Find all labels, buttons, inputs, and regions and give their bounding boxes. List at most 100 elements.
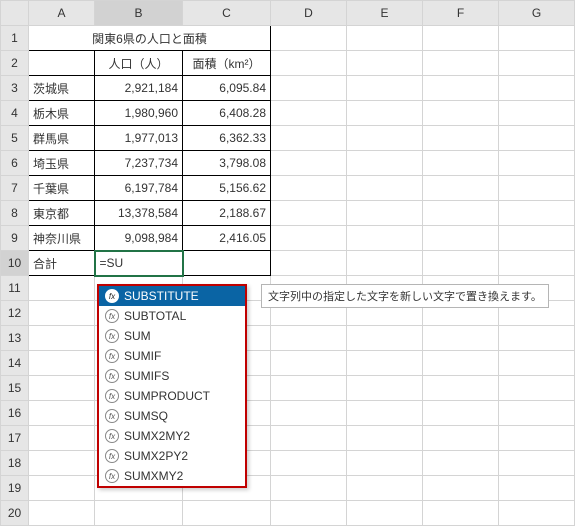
cell[interactable] — [29, 51, 95, 76]
cell[interactable] — [29, 401, 95, 426]
cell[interactable] — [347, 126, 423, 151]
cell[interactable] — [183, 501, 271, 526]
cell[interactable] — [423, 51, 499, 76]
suggest-item[interactable]: fxSUMIF — [99, 346, 245, 366]
cell[interactable] — [29, 351, 95, 376]
cell[interactable] — [347, 26, 423, 51]
cell[interactable] — [423, 226, 499, 251]
cell[interactable] — [423, 451, 499, 476]
cell[interactable] — [29, 326, 95, 351]
cell[interactable] — [423, 201, 499, 226]
pref-name[interactable]: 千葉県 — [29, 176, 95, 201]
suggest-item[interactable]: fxSUMX2MY2 — [99, 426, 245, 446]
cell[interactable] — [271, 151, 347, 176]
suggest-item[interactable]: fxSUMSQ — [99, 406, 245, 426]
cell[interactable] — [29, 301, 95, 326]
total-label[interactable]: 合計 — [29, 251, 95, 276]
cell[interactable] — [271, 426, 347, 451]
suggest-item[interactable]: fxSUMX2PY2 — [99, 446, 245, 466]
pref-area[interactable]: 6,408.28 — [183, 101, 271, 126]
cell[interactable] — [499, 476, 575, 501]
col-header-C[interactable]: C — [183, 1, 271, 26]
row-header[interactable]: 20 — [1, 501, 29, 526]
cell[interactable] — [423, 326, 499, 351]
row-header[interactable]: 11 — [1, 276, 29, 301]
row-header[interactable]: 13 — [1, 326, 29, 351]
row-header[interactable]: 5 — [1, 126, 29, 151]
cell[interactable] — [499, 151, 575, 176]
cell[interactable] — [271, 501, 347, 526]
cell[interactable] — [271, 376, 347, 401]
cell[interactable] — [347, 401, 423, 426]
cell[interactable] — [423, 476, 499, 501]
header-pop[interactable]: 人口（人） — [95, 51, 183, 76]
cell[interactable] — [347, 426, 423, 451]
cell[interactable] — [499, 501, 575, 526]
col-header-B[interactable]: B — [95, 1, 183, 26]
cell[interactable] — [423, 501, 499, 526]
cell[interactable] — [499, 176, 575, 201]
cell[interactable] — [347, 201, 423, 226]
pref-name[interactable]: 埼玉県 — [29, 151, 95, 176]
row-header[interactable]: 9 — [1, 226, 29, 251]
pref-pop[interactable]: 2,921,184 — [95, 76, 183, 101]
cell[interactable] — [347, 76, 423, 101]
cell[interactable] — [499, 451, 575, 476]
spreadsheet-grid[interactable]: A B C D E F G 1 関東6県の人口と面積 2 人口（人） 面積（km… — [0, 0, 575, 526]
pref-area[interactable]: 5,156.62 — [183, 176, 271, 201]
suggest-item[interactable]: fxSUMXMY2 — [99, 466, 245, 486]
cell[interactable] — [423, 401, 499, 426]
cell[interactable] — [183, 251, 271, 276]
pref-pop[interactable]: 1,977,013 — [95, 126, 183, 151]
col-header-A[interactable]: A — [29, 1, 95, 26]
header-area[interactable]: 面積（km²） — [183, 51, 271, 76]
row-header[interactable]: 18 — [1, 451, 29, 476]
row-header[interactable]: 12 — [1, 301, 29, 326]
col-header-E[interactable]: E — [347, 1, 423, 26]
cell[interactable] — [347, 376, 423, 401]
pref-area[interactable]: 6,362.33 — [183, 126, 271, 151]
cell[interactable] — [423, 251, 499, 276]
cell[interactable] — [499, 26, 575, 51]
pref-name[interactable]: 群馬県 — [29, 126, 95, 151]
cell[interactable] — [347, 51, 423, 76]
formula-autocomplete[interactable]: fxSUBSTITUTE fxSUBTOTAL fxSUM fxSUMIF fx… — [97, 284, 247, 488]
pref-pop[interactable]: 13,378,584 — [95, 201, 183, 226]
pref-name[interactable]: 神奈川県 — [29, 226, 95, 251]
suggest-item[interactable]: fxSUMIFS — [99, 366, 245, 386]
cell[interactable] — [271, 101, 347, 126]
cell[interactable] — [271, 251, 347, 276]
cell[interactable] — [271, 51, 347, 76]
editing-cell[interactable]: =SU — [95, 251, 183, 276]
suggest-item[interactable]: fxSUBTOTAL — [99, 306, 245, 326]
cell[interactable] — [347, 101, 423, 126]
cell[interactable] — [271, 26, 347, 51]
cell[interactable] — [423, 26, 499, 51]
pref-pop[interactable]: 7,237,734 — [95, 151, 183, 176]
pref-name[interactable]: 栃木県 — [29, 101, 95, 126]
cell[interactable] — [423, 376, 499, 401]
pref-name[interactable]: 茨城県 — [29, 76, 95, 101]
row-header[interactable]: 6 — [1, 151, 29, 176]
cell[interactable] — [271, 176, 347, 201]
row-header[interactable]: 8 — [1, 201, 29, 226]
pref-pop[interactable]: 1,980,960 — [95, 101, 183, 126]
cell[interactable] — [499, 51, 575, 76]
cell[interactable] — [271, 476, 347, 501]
cell[interactable] — [347, 151, 423, 176]
cell[interactable] — [347, 476, 423, 501]
suggest-item[interactable]: fxSUM — [99, 326, 245, 346]
row-header[interactable]: 1 — [1, 26, 29, 51]
cell[interactable] — [347, 176, 423, 201]
suggest-item[interactable]: fxSUMPRODUCT — [99, 386, 245, 406]
cell[interactable] — [271, 401, 347, 426]
cell[interactable] — [347, 226, 423, 251]
cell[interactable] — [423, 426, 499, 451]
cell[interactable] — [347, 451, 423, 476]
suggest-item[interactable]: fxSUBSTITUTE — [99, 286, 245, 306]
cell[interactable] — [29, 501, 95, 526]
col-header-D[interactable]: D — [271, 1, 347, 26]
cell[interactable] — [499, 251, 575, 276]
col-header-G[interactable]: G — [499, 1, 575, 26]
pref-area[interactable]: 2,188.67 — [183, 201, 271, 226]
